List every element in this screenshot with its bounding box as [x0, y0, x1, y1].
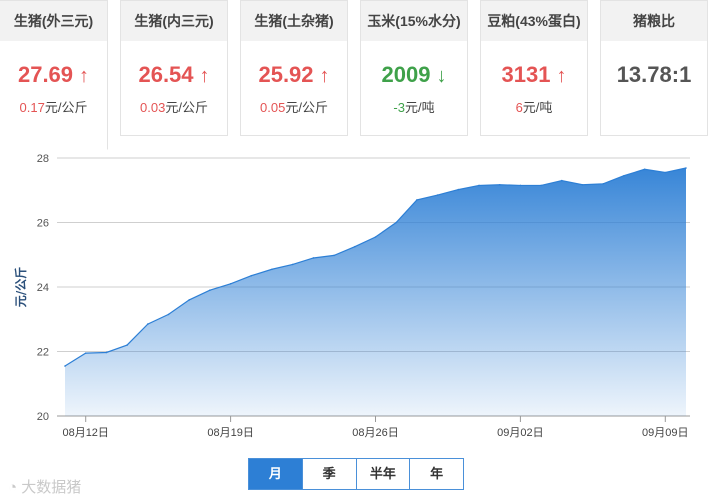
- data-point: [167, 313, 170, 316]
- change-value: 0.05: [260, 100, 286, 115]
- x-tick-label: 08月26日: [352, 427, 398, 439]
- card-price: 3131 ↑: [481, 61, 587, 90]
- data-point: [457, 188, 460, 191]
- price-card[interactable]: 生猪(外三元) 27.69 ↑ 0.17元/公斤: [0, 0, 108, 150]
- card-title: 豆粕(43%蛋白): [481, 1, 587, 41]
- card-change: 0.17元/公斤: [0, 97, 107, 116]
- arrow-up-icon: ↑: [79, 65, 90, 87]
- change-value: 0.17: [19, 100, 45, 115]
- x-tick-label: 09月09日: [642, 427, 688, 439]
- price-card[interactable]: 猪粮比 13.78:1: [600, 0, 708, 136]
- price-value: 3131: [501, 62, 551, 87]
- data-point: [478, 184, 480, 187]
- data-point: [561, 179, 563, 182]
- card-title: 生猪(外三元): [0, 1, 107, 41]
- card-title: 玉米(15%水分): [361, 1, 467, 41]
- data-point: [540, 184, 542, 187]
- data-point: [312, 257, 315, 259]
- price-card[interactable]: 玉米(15%水分) 2009 ↓ -3元/吨: [360, 0, 468, 136]
- data-point: [333, 254, 335, 257]
- price-card[interactable]: 豆粕(43%蛋白) 3131 ↑ 6元/吨: [480, 0, 588, 136]
- y-tick-label: 22: [37, 347, 49, 359]
- weibo-icon: ◔: [8, 479, 18, 496]
- data-point: [147, 323, 149, 325]
- change-value: 6: [515, 100, 523, 115]
- data-point: [664, 171, 667, 174]
- y-tick-label: 28: [37, 153, 49, 165]
- data-point: [126, 344, 128, 346]
- card-price: 2009 ↓: [361, 61, 467, 90]
- data-point: [229, 282, 232, 285]
- card-price: 27.69 ↑: [0, 61, 107, 90]
- data-point: [209, 289, 211, 292]
- data-point: [250, 274, 253, 277]
- data-point: [581, 183, 584, 186]
- y-tick-label: 20: [37, 411, 49, 423]
- data-point: [354, 245, 356, 248]
- period-button[interactable]: 月: [248, 458, 303, 490]
- card-price: 13.78:1: [601, 61, 707, 89]
- card-title: 猪粮比: [601, 1, 707, 41]
- data-point: [623, 174, 625, 177]
- x-tick-label: 08月12日: [62, 427, 108, 439]
- data-point: [395, 221, 398, 224]
- data-point: [416, 199, 418, 201]
- price-cards: 生猪(外三元) 27.69 ↑ 0.17元/公斤 生猪(内三元) 26.54 ↑ 0.03元/…: [0, 0, 714, 150]
- data-point: [64, 365, 66, 367]
- y-axis-label: 元/公斤: [13, 267, 28, 307]
- price-value: 25.92: [258, 62, 314, 87]
- change-value: 0.03: [140, 100, 166, 115]
- price-value: 26.54: [138, 62, 194, 87]
- card-change: 0.05元/公斤: [241, 97, 347, 116]
- arrow-up-icon: ↑: [199, 65, 210, 87]
- arrow-up-icon: ↑: [319, 65, 330, 87]
- change-value: -3: [393, 100, 405, 115]
- price-area-chart: 20 22 24 26 28 08月12日 08月19日 08月26日 09月02日 09月09日…: [13, 153, 690, 439]
- data-point: [685, 167, 687, 169]
- change-unit: 元/公斤: [44, 100, 88, 115]
- data-point: [602, 183, 604, 185]
- watermark-text: 大数据猪: [21, 479, 82, 496]
- period-button[interactable]: 半年: [355, 458, 411, 490]
- data-point: [374, 236, 377, 238]
- change-unit: 元/吨: [522, 100, 553, 115]
- price-card[interactable]: 生猪(内三元) 26.54 ↑ 0.03元/公斤: [120, 0, 228, 136]
- watermark-logo: ◔ 大数据猪: [8, 476, 81, 497]
- data-point: [436, 194, 439, 196]
- card-price: 26.54 ↑: [121, 61, 227, 90]
- card-price: 25.92 ↑: [241, 61, 347, 90]
- price-value: 27.69: [17, 62, 74, 87]
- price-chart: 20 22 24 26 28 08月12日 08月19日 08月26日 09月02日 09月09日…: [0, 138, 714, 448]
- period-button[interactable]: 年: [409, 458, 464, 490]
- y-tick-label: 24: [37, 282, 49, 294]
- card-change: 0.03元/公斤: [121, 97, 227, 116]
- arrow-down-icon: ↓: [436, 65, 447, 87]
- price-card[interactable]: 生猪(土杂猪) 25.92 ↑ 0.05元/公斤: [240, 0, 348, 136]
- change-unit: 元/吨: [404, 100, 435, 115]
- card-change: 6元/吨: [481, 97, 587, 116]
- price-value: 13.78:1: [616, 62, 692, 87]
- data-point: [271, 268, 273, 271]
- data-point: [498, 183, 501, 186]
- card-title: 生猪(内三元): [121, 1, 227, 41]
- change-unit: 元/公斤: [285, 100, 328, 115]
- arrow-up-icon: ↑: [556, 65, 567, 87]
- card-change: -3元/吨: [361, 97, 467, 116]
- x-tick-label: 09月02日: [497, 427, 543, 439]
- data-point: [105, 351, 108, 354]
- x-tick-label: 08月19日: [207, 427, 253, 439]
- data-point: [291, 263, 294, 266]
- change-unit: 元/公斤: [165, 100, 208, 115]
- card-title: 生猪(土杂猪): [241, 1, 347, 41]
- y-tick-label: 26: [37, 218, 49, 230]
- data-point: [84, 352, 87, 354]
- area-fill: [65, 167, 686, 416]
- period-button[interactable]: 季: [301, 458, 357, 490]
- price-value: 2009: [381, 62, 431, 87]
- data-point: [188, 299, 190, 301]
- data-point: [519, 184, 522, 187]
- data-point: [643, 168, 646, 171]
- period-selector: 月季半年年: [248, 458, 464, 490]
